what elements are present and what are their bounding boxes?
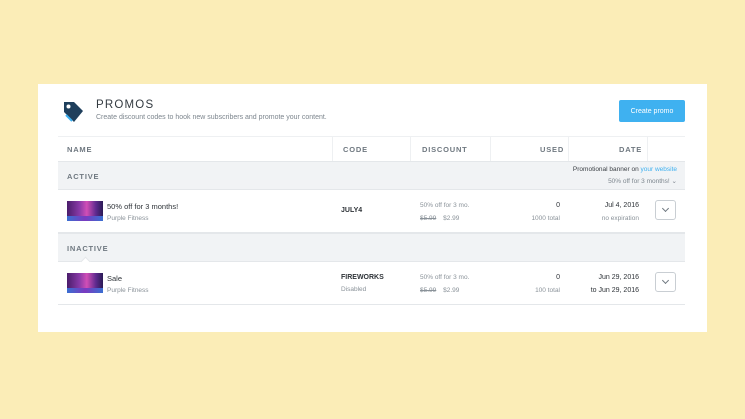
promo-code: FIREWORKS	[341, 274, 384, 281]
column-divider	[647, 137, 648, 161]
chevron-down-icon: ⌄	[671, 178, 677, 185]
tag-icon	[64, 102, 83, 122]
table-header: NAME CODE DISCOUNT USED DATE	[58, 136, 685, 161]
column-header-name[interactable]: NAME	[67, 145, 92, 154]
page-subtitle: Create discount codes to hook new subscr…	[96, 114, 327, 121]
column-divider	[490, 137, 491, 161]
promo-used-count: 0	[556, 274, 560, 281]
promotional-banner: Promotional banner on your website 50% o…	[573, 166, 677, 185]
promo-total: 1000 total	[531, 215, 560, 222]
promo-owner: Purple Fitness	[107, 287, 149, 294]
promo-total: 100 total	[535, 287, 560, 294]
promo-name: Sale	[107, 274, 123, 283]
promos-table: NAME CODE DISCOUNT USED DATE ACTIVE Prom…	[58, 136, 685, 305]
old-price: $5.99	[420, 215, 437, 222]
inactive-section-header: INACTIVE	[58, 233, 685, 262]
your-website-link[interactable]: your website	[641, 166, 678, 173]
column-header-code[interactable]: CODE	[343, 145, 368, 154]
promo-thumbnail	[67, 201, 103, 221]
promo-price: $5.99 $2.99	[420, 287, 459, 294]
table-row[interactable]: Sale Purple Fitness FIREWORKS Disabled 5…	[58, 256, 685, 305]
promo-price: $5.99 $2.99	[420, 215, 459, 222]
banner-promo-select[interactable]: 50% off for 3 months! ⌄	[573, 177, 677, 185]
expand-row-button[interactable]	[655, 272, 676, 292]
page-title: PROMOS	[96, 99, 155, 111]
promo-owner: Purple Fitness	[107, 215, 149, 222]
expand-row-button[interactable]	[655, 200, 676, 220]
column-header-date[interactable]: DATE	[619, 145, 642, 154]
column-divider	[568, 137, 569, 161]
chevron-down-icon	[661, 204, 670, 213]
promo-discount: 50% off for 3 mo.	[420, 274, 470, 281]
column-divider	[410, 137, 411, 161]
new-price: $2.99	[443, 215, 460, 222]
chevron-down-icon	[661, 276, 670, 285]
promo-used-count: 0	[556, 202, 560, 209]
promo-expiration: no expiration	[601, 215, 639, 222]
promo-status: Disabled	[341, 286, 367, 293]
old-price: $5.99	[420, 287, 437, 294]
promo-discount: 50% off for 3 mo.	[420, 202, 470, 209]
promos-card: PROMOS Create discount codes to hook new…	[38, 84, 707, 332]
promo-end-date: to Jun 29, 2016	[590, 287, 639, 294]
promos-header: PROMOS Create discount codes to hook new…	[62, 98, 685, 138]
table-row[interactable]: 50% off for 3 months! Purple Fitness JUL…	[58, 190, 685, 233]
promo-start-date: Jun 29, 2016	[598, 274, 639, 281]
column-header-discount[interactable]: DISCOUNT	[422, 145, 468, 154]
promo-start-date: Jul 4, 2016	[604, 202, 639, 209]
banner-promo-select-value: 50% off for 3 months!	[608, 178, 670, 185]
promo-name: 50% off for 3 months!	[107, 202, 179, 211]
banner-prefix: Promotional banner on	[572, 166, 639, 173]
column-header-used[interactable]: USED	[540, 145, 564, 154]
active-section-header: ACTIVE Promotional banner on your websit…	[58, 161, 685, 190]
promo-thumbnail	[67, 273, 103, 293]
column-divider	[332, 137, 333, 161]
active-section-label: ACTIVE	[67, 172, 100, 181]
inactive-section-label: INACTIVE	[67, 244, 109, 253]
promo-code: JULY4	[341, 207, 363, 214]
create-promo-button[interactable]: Create promo	[619, 100, 685, 122]
new-price: $2.99	[443, 287, 460, 294]
